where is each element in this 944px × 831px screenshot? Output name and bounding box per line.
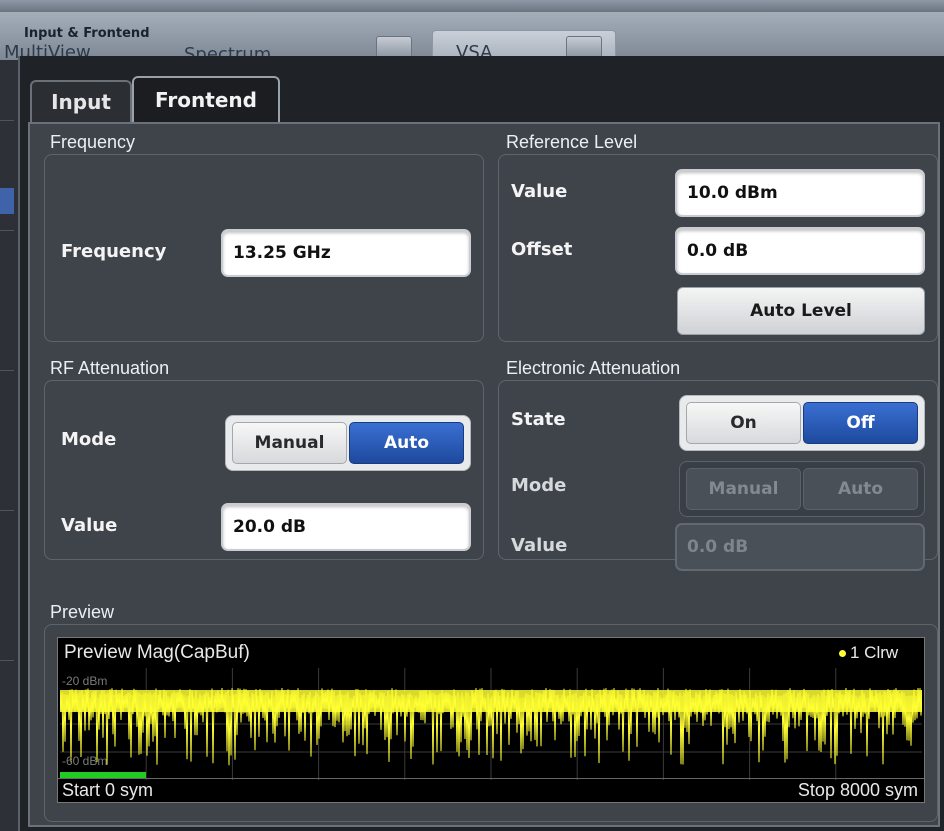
background-toolbar-row bbox=[0, 0, 944, 12]
rf-attenuation-value-label: Value bbox=[61, 515, 118, 536]
rail-divider bbox=[0, 230, 14, 231]
electronic-attenuation-mode-toggle: Manual Auto bbox=[679, 461, 925, 517]
frequency-group: Frequency 13.25 GHz bbox=[44, 154, 484, 342]
rail-divider bbox=[0, 660, 14, 661]
trace-label: 1 Clrw bbox=[850, 643, 899, 662]
reference-level-value-label: Value bbox=[511, 181, 568, 202]
background-tab-close-button[interactable] bbox=[376, 36, 412, 58]
electronic-attenuation-mode-label: Mode bbox=[511, 475, 567, 496]
y-axis-top-label: -20 dBm bbox=[62, 674, 108, 688]
preview-chart: Preview Mag(CapBuf) 1 Clrw -20 dBm -60 d… bbox=[57, 637, 925, 803]
electronic-attenuation-state-off[interactable]: Off bbox=[803, 402, 918, 444]
rf-attenuation-mode-auto[interactable]: Auto bbox=[349, 422, 464, 464]
electronic-attenuation-state-toggle: On Off bbox=[679, 395, 925, 451]
frontend-panel: Frequency Frequency 13.25 GHz Reference … bbox=[28, 122, 940, 827]
tab-input[interactable]: Input bbox=[30, 80, 132, 122]
tab-input-label: Input bbox=[51, 90, 111, 114]
rf-attenuation-mode-manual[interactable]: Manual bbox=[232, 422, 347, 464]
reference-level-offset-label: Offset bbox=[511, 239, 573, 260]
reference-level-section-label: Reference Level bbox=[506, 132, 638, 152]
trace-band bbox=[60, 690, 922, 712]
electronic-attenuation-value-label: Value bbox=[511, 535, 568, 556]
preview-chart-title: Preview Mag(CapBuf) bbox=[64, 642, 250, 663]
electronic-attenuation-mode-auto: Auto bbox=[803, 468, 918, 510]
x-axis-stop-label: Stop 8000 sym bbox=[797, 780, 918, 800]
rf-attenuation-mode-label: Mode bbox=[61, 429, 117, 450]
tab-frontend[interactable]: Frontend bbox=[132, 76, 280, 122]
dialog-title: Input & Frontend bbox=[24, 26, 150, 41]
electronic-attenuation-value-input: 0.0 dB bbox=[675, 523, 925, 571]
preview-section-label: Preview bbox=[50, 602, 115, 622]
x-axis-start-label: Start 0 sym bbox=[62, 780, 154, 800]
tab-frontend-label: Frontend bbox=[155, 88, 257, 112]
chart-x-axis-line bbox=[58, 778, 924, 779]
frequency-input[interactable]: 13.25 GHz bbox=[221, 229, 471, 277]
reference-level-value-input[interactable]: 10.0 dBm bbox=[675, 169, 925, 217]
rail-divider bbox=[0, 370, 14, 371]
y-axis-bottom-label: -60 dBm bbox=[62, 754, 108, 768]
frequency-section-label: Frequency bbox=[50, 132, 136, 152]
electronic-attenuation-state-label: State bbox=[511, 409, 566, 430]
rail-divider bbox=[0, 510, 14, 511]
rf-attenuation-mode-toggle: Manual Auto bbox=[225, 415, 471, 471]
trace-indicator-dot bbox=[839, 650, 846, 657]
preview-group: Preview Mag(CapBuf) 1 Clrw -20 dBm -60 d… bbox=[44, 624, 938, 822]
electronic-attenuation-state-on[interactable]: On bbox=[686, 402, 801, 444]
reference-level-offset-input[interactable]: 0.0 dB bbox=[675, 227, 925, 275]
rf-attenuation-section-label: RF Attenuation bbox=[50, 358, 170, 378]
input-frontend-dialog: Input Frontend Frequency Frequency 13.25… bbox=[18, 56, 944, 831]
reference-level-group: Value 10.0 dBm Offset 0.0 dB Auto Level bbox=[498, 154, 938, 342]
dialog-tab-bar: Input Frontend bbox=[30, 72, 940, 122]
preview-trace-plot bbox=[60, 668, 922, 780]
left-rail bbox=[0, 60, 18, 831]
rail-divider bbox=[0, 120, 14, 121]
electronic-attenuation-group: State On Off Mode Manual Auto Value 0.0 … bbox=[498, 380, 938, 571]
rf-attenuation-group: Mode Manual Auto Value 20.0 dB bbox=[44, 380, 484, 560]
electronic-attenuation-section-label: Electronic Attenuation bbox=[506, 358, 681, 378]
background-tab-close-button-vsa[interactable] bbox=[566, 36, 602, 58]
rf-attenuation-value-input[interactable]: 20.0 dB bbox=[221, 503, 471, 551]
electronic-attenuation-mode-manual: Manual bbox=[686, 468, 801, 510]
rail-selection-marker bbox=[0, 188, 14, 214]
auto-level-button[interactable]: Auto Level bbox=[677, 287, 925, 335]
frequency-field-label: Frequency bbox=[61, 241, 167, 262]
